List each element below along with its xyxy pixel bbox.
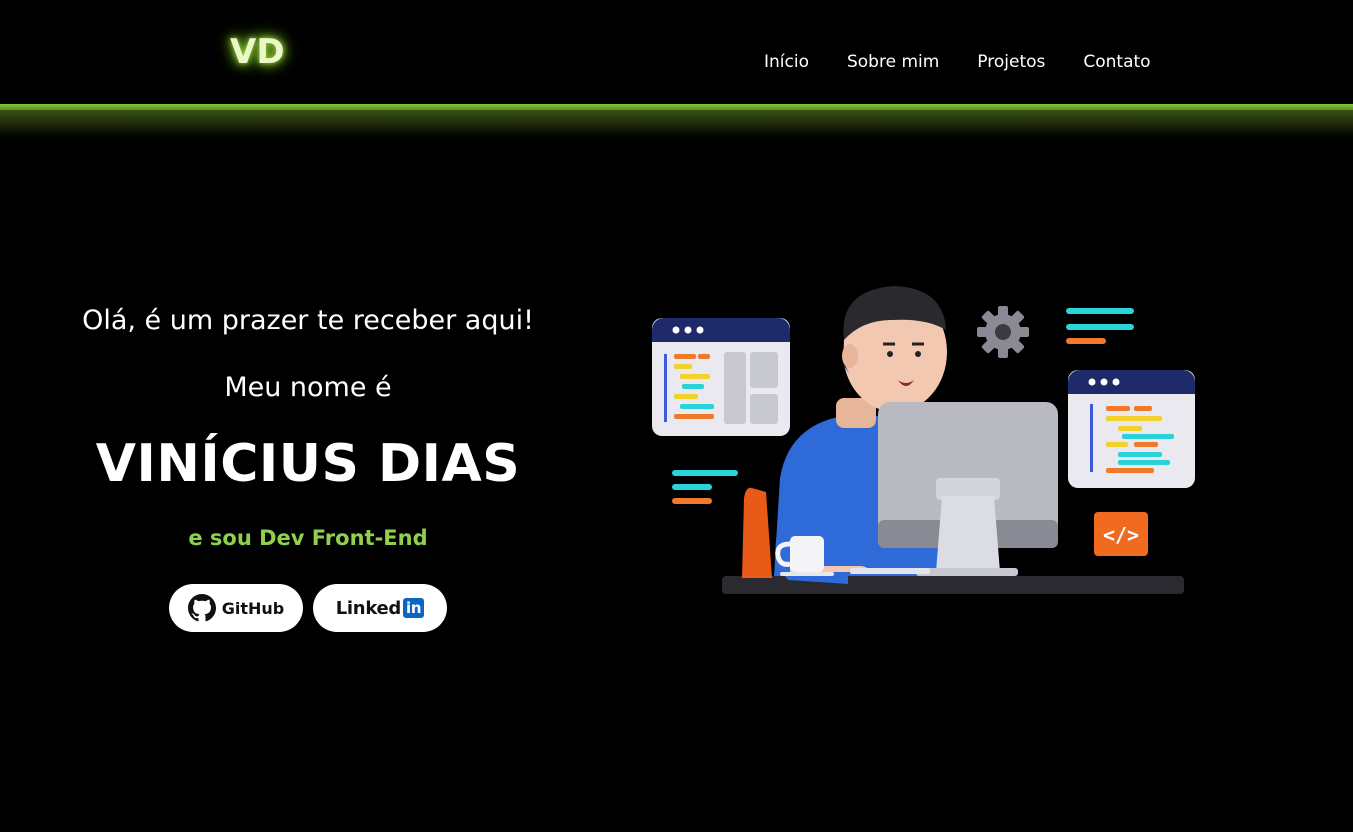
hero-greeting: Olá, é um prazer te receber aqui! (82, 305, 534, 336)
linkedin-label: Linked (335, 597, 402, 619)
main-nav: Início Sobre mim Projetos Contato (764, 50, 1151, 74)
hero-role: e sou Dev Front-End (188, 526, 428, 550)
gear-icon (977, 306, 1029, 358)
developer-illustration: </> (640, 270, 1210, 610)
hero-intro: Meu nome é (224, 372, 392, 403)
code-window-left (652, 318, 790, 436)
hero-name: VINÍCIUS DIAS (95, 434, 521, 494)
keyboard (850, 568, 930, 574)
page: VD Início Sobre mim Projetos Contato Olá… (0, 0, 1353, 832)
nav-item-contato[interactable]: Contato (1083, 50, 1150, 74)
nav-item-inicio[interactable]: Início (764, 50, 809, 74)
github-button-label: GitHub (221, 598, 285, 618)
github-button[interactable]: GitHub (169, 584, 303, 632)
decorative-lines-right (1066, 308, 1134, 344)
linkedin-box: in (403, 598, 425, 618)
nav-item-projetos[interactable]: Projetos (977, 50, 1045, 74)
linkedin-icon: Linked in (335, 597, 425, 619)
decorative-lines-left (672, 470, 738, 504)
chair (742, 487, 772, 578)
linkedin-button[interactable]: Linked in (313, 584, 447, 632)
code-icon-label: </> (1103, 523, 1139, 547)
code-window-right (1068, 370, 1195, 488)
header-glow (0, 110, 1353, 138)
logo[interactable]: VD (230, 32, 285, 72)
code-icon: </> (1094, 512, 1148, 556)
header: VD Início Sobre mim Projetos Contato (0, 0, 1353, 104)
github-icon (187, 594, 216, 622)
nav-item-sobre-mim[interactable]: Sobre mim (847, 50, 939, 74)
